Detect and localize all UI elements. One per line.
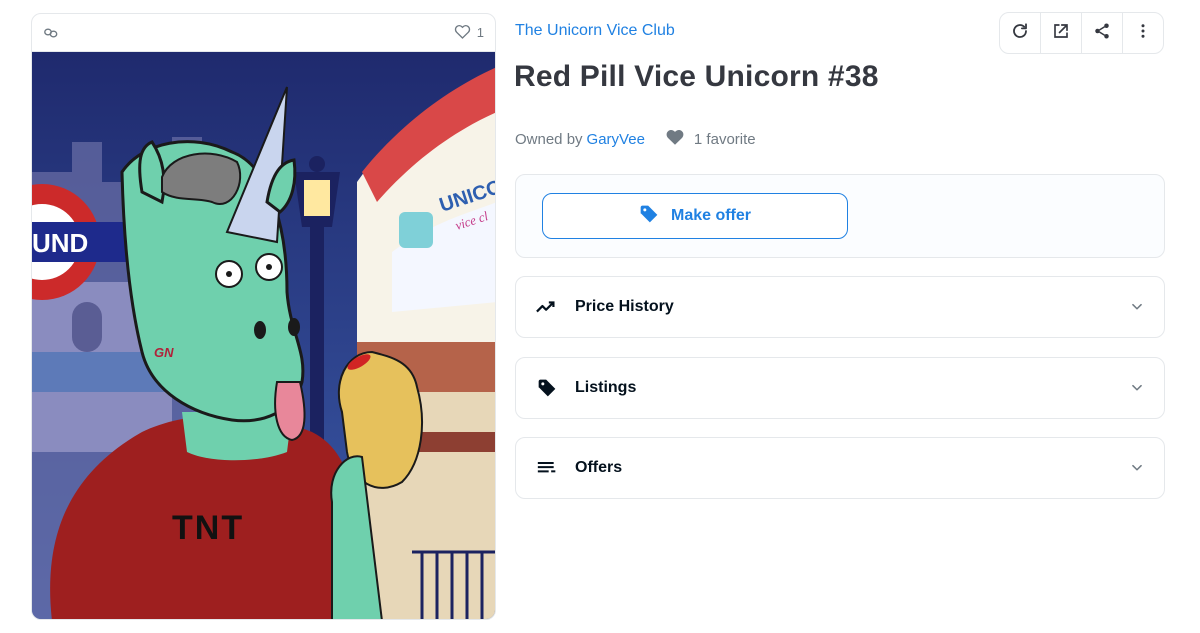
- item-toolbar: [999, 12, 1164, 54]
- list-icon: [536, 461, 558, 475]
- heart-filled-icon: [665, 128, 685, 150]
- listings-section[interactable]: Listings: [515, 357, 1165, 419]
- cheek-tag-text: GN: [154, 345, 174, 360]
- chevron-down-icon: [1130, 300, 1144, 314]
- offer-panel: Make offer: [515, 174, 1165, 258]
- item-title: Red Pill Vice Unicorn #38: [514, 60, 879, 93]
- owner-link[interactable]: GaryVee: [587, 131, 645, 148]
- favorites-label: 1 favorite: [693, 130, 756, 148]
- make-offer-button[interactable]: Make offer: [542, 193, 848, 239]
- nft-image: UND UNICO vice cl TNT GN: [32, 52, 495, 619]
- share-button[interactable]: [1082, 13, 1123, 53]
- shirt-text: TNT: [172, 509, 244, 547]
- share-icon: [1093, 22, 1111, 45]
- offers-section[interactable]: Offers: [515, 437, 1165, 499]
- chevron-down-icon: [1130, 381, 1144, 395]
- more-options-button[interactable]: [1123, 13, 1163, 53]
- open-external-button[interactable]: [1041, 13, 1082, 53]
- refresh-icon: [1011, 22, 1029, 45]
- item-media-card: 1 UND UNICO vice cl TNT GN: [31, 13, 496, 620]
- media-header: 1: [32, 14, 495, 52]
- favorite-count: 1: [476, 25, 484, 40]
- owned-by-label: Owned by: [515, 130, 583, 148]
- favorites-count[interactable]: 1 favorite: [665, 128, 756, 150]
- listings-label: Listings: [575, 379, 637, 396]
- heart-outline-icon: [454, 24, 471, 42]
- favorite-button[interactable]: 1: [454, 24, 484, 42]
- collection-link[interactable]: The Unicorn Vice Club: [515, 22, 675, 40]
- price-history-section[interactable]: Price History: [515, 276, 1165, 338]
- trending-icon: [536, 300, 558, 314]
- chevron-down-icon: [1130, 461, 1144, 475]
- external-link-icon: [1052, 22, 1070, 45]
- owner-row: Owned by GaryVee 1 favorite: [515, 128, 756, 150]
- offers-label: Offers: [575, 459, 623, 476]
- make-offer-label: Make offer: [670, 207, 752, 224]
- price-history-label: Price History: [575, 298, 674, 315]
- more-vertical-icon: [1134, 22, 1152, 45]
- tag-icon: [536, 378, 558, 398]
- refresh-button[interactable]: [1000, 13, 1041, 53]
- sign-text: UND: [32, 228, 88, 258]
- chain-link-icon[interactable]: [43, 27, 59, 39]
- tag-icon: [639, 204, 659, 229]
